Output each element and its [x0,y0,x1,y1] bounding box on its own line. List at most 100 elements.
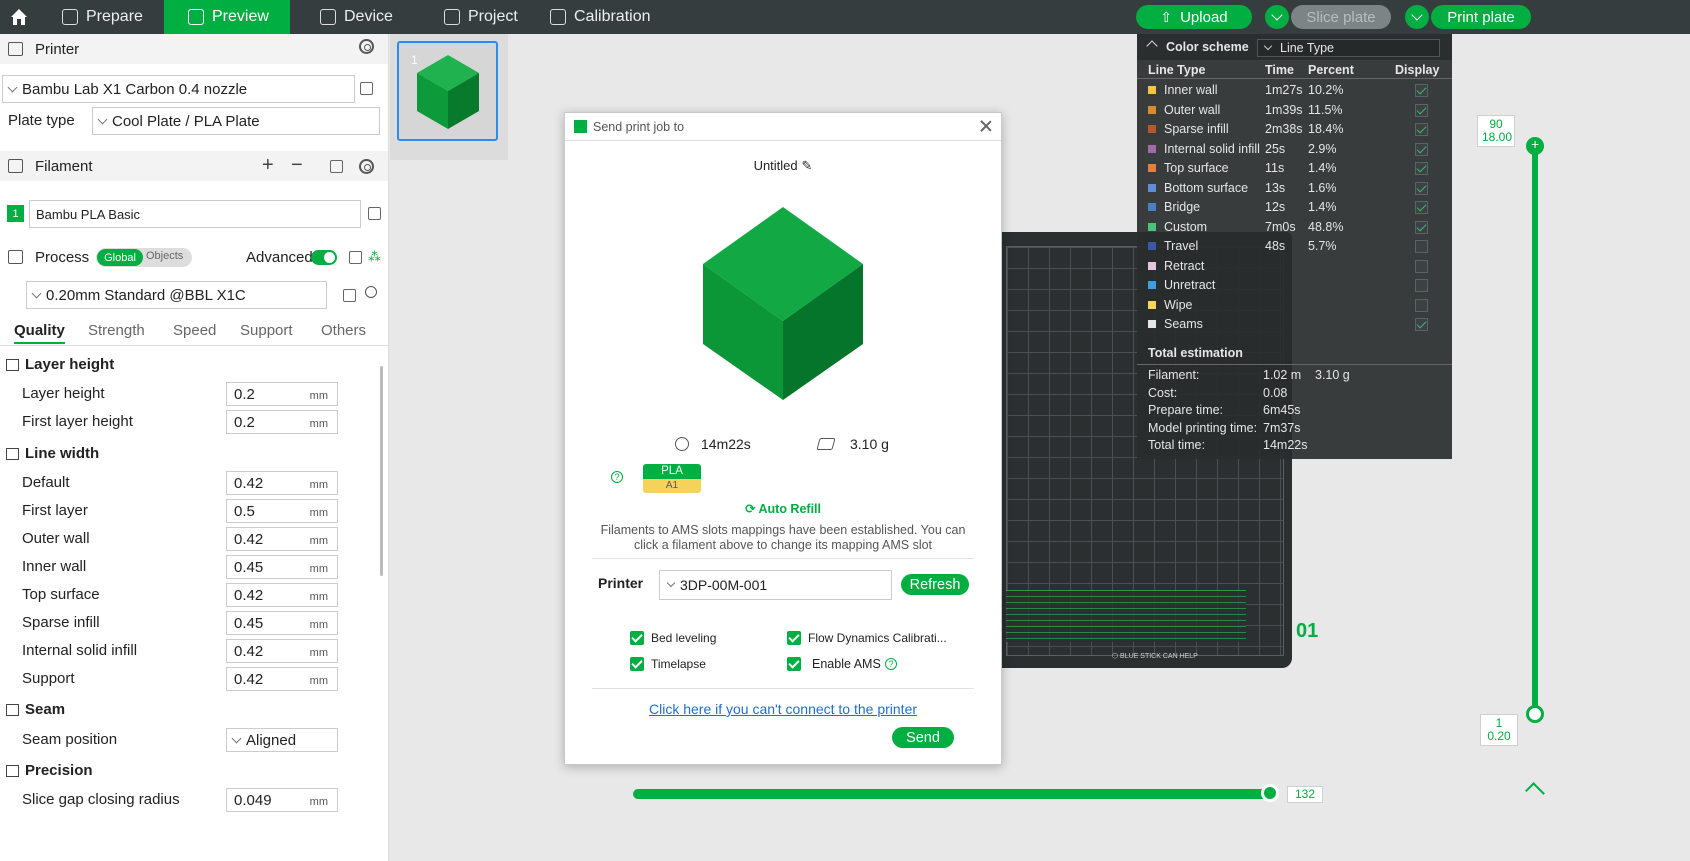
search-icon[interactable] [365,286,377,298]
filament-settings-gear-icon[interactable] [359,159,374,174]
line-width-top-surface-input[interactable]: 0.42 mm [226,583,338,607]
display-checkbox[interactable] [1415,220,1428,234]
line-type-percent: 1.4% [1308,161,1337,175]
flow-calibration-checkbox[interactable] [787,631,801,645]
printer-settings-gear-icon[interactable] [359,39,374,54]
line-width-default-input[interactable]: 0.42 mm [226,471,338,495]
line-width-internal-solid-input[interactable]: 0.42 mm [226,639,338,663]
tab-speed[interactable]: Speed [173,322,216,339]
process-preset-select[interactable]: 0.20mm Standard @BBL X1C [26,281,327,309]
display-checkbox[interactable] [1415,103,1428,117]
display-checkbox[interactable] [1415,298,1428,312]
printer-select[interactable]: Bambu Lab X1 Carbon 0.4 nozzle [2,75,355,103]
close-icon[interactable] [979,119,993,133]
seam-position-select[interactable]: Aligned [226,728,338,752]
tab-prepare[interactable]: Prepare [38,0,164,34]
seam-icon [6,703,19,716]
save-preset-icon[interactable] [343,289,356,302]
bottom-layer-knob[interactable] [1526,705,1544,723]
line-width-support-input[interactable]: 0.42 mm [226,667,338,691]
toggle-global[interactable]: Global [97,249,143,266]
toggle-objects[interactable]: Objects [146,250,183,262]
color-scheme-select[interactable]: Line Type [1257,39,1440,57]
compare-icon[interactable]: ⁂ [368,249,381,265]
remove-filament-icon[interactable]: − [291,154,303,177]
global-objects-toggle[interactable]: Global Objects [96,248,192,267]
line-type-name: Wipe [1164,297,1193,312]
display-checkbox[interactable] [1415,240,1428,253]
estimation-value: 1.02 m [1263,368,1302,382]
settings-scrollbar[interactable] [380,366,383,576]
advanced-switch[interactable] [311,250,337,265]
display-checkbox[interactable] [1415,201,1428,214]
upload-button[interactable]: ⇧ Upload [1136,5,1252,29]
display-checkbox[interactable] [1415,318,1428,331]
slice-dropdown-button[interactable] [1265,5,1289,29]
tab-device[interactable]: Device [290,0,416,34]
edit-printer-icon[interactable] [360,82,373,95]
timelapse-checkbox[interactable] [630,657,644,671]
list-view-icon[interactable] [349,251,362,264]
chevron-down-icon [666,578,676,588]
first-layer-height-input[interactable]: 0.2 mm [226,410,338,434]
display-checkbox[interactable] [1415,259,1428,273]
plate-thumbnail[interactable]: 1 [397,41,498,141]
tab-project[interactable]: Project [416,0,528,34]
filament-weight: 3.10 g [850,436,889,452]
print-plate-button[interactable]: Print plate [1431,5,1531,29]
line-width-first-layer-input[interactable]: 0.5 mm [226,499,338,523]
tab-quality[interactable]: Quality [14,322,65,344]
legend-row: Sparse infill 2m38s 18.4% [1137,120,1452,139]
legend-row: Seams [1137,315,1452,334]
legend-row: Outer wall 1m39s 11.5% [1137,101,1452,120]
layer-height-input[interactable]: 0.2 mm [226,382,338,406]
edit-filament-icon[interactable] [368,207,381,220]
tab-preview[interactable]: Preview [164,0,290,34]
tab-support[interactable]: Support [240,322,293,339]
add-filament-icon[interactable]: + [262,154,274,177]
display-checkbox[interactable] [1415,279,1428,292]
display-checkbox[interactable] [1415,123,1428,136]
setting-label: Support [22,670,75,687]
display-checkbox[interactable] [1415,84,1428,97]
display-checkbox[interactable] [1415,181,1428,195]
tab-others[interactable]: Others [321,322,366,339]
divider [592,558,974,559]
chevron-down-icon [7,82,18,92]
refresh-button[interactable]: Refresh [901,574,969,595]
layers-toggle-icon[interactable] [1525,782,1545,802]
slice-plate-button[interactable]: Slice plate [1291,5,1391,29]
send-button[interactable]: Send [892,727,954,748]
collapse-icon[interactable] [1146,40,1158,52]
connection-help-link[interactable]: Click here if you can't connect to the p… [565,701,1001,717]
tab-calibration[interactable]: Calibration [528,0,678,34]
top-layer-knob[interactable]: + [1526,136,1544,155]
line-width-sparse-infill-input[interactable]: 0.45 mm [226,611,338,635]
slice-gap-closing-input[interactable]: 0.049 mm [226,788,338,812]
layer-range-slider[interactable] [1532,146,1538,714]
auto-refill-link[interactable]: ⟳ Auto Refill [565,501,1001,516]
rename-pencil-icon[interactable]: ✎ [802,158,813,174]
display-checkbox[interactable] [1415,142,1428,156]
move-progress-knob[interactable] [1261,784,1279,802]
bed-leveling-checkbox[interactable] [630,631,644,645]
line-type-swatch [1148,144,1156,153]
line-type-time: 13s [1265,180,1286,195]
tab-strength[interactable]: Strength [88,322,145,339]
enable-ams-checkbox[interactable] [787,657,801,671]
line-type-time: 7m0s [1265,219,1296,234]
line-width-outer-wall-input[interactable]: 0.42 mm [226,527,338,551]
help-icon[interactable]: ? [611,471,623,483]
filament-ams-mapping[interactable]: PLA A1 [643,464,701,493]
printer-select[interactable]: 3DP-00M-001 [659,570,892,600]
filament-select[interactable]: Bambu PLA Basic [29,200,361,228]
help-icon[interactable]: ? [885,658,897,670]
plate-type-select[interactable]: Cool Plate / PLA Plate [92,107,380,135]
line-width-inner-wall-input[interactable]: 0.45 mm [226,555,338,579]
home-button[interactable] [0,0,38,34]
filament-sync-icon[interactable] [330,160,343,173]
display-checkbox[interactable] [1415,162,1428,175]
job-name: Untitled [753,158,798,173]
move-progress-slider[interactable] [633,789,1273,799]
print-dropdown-button[interactable] [1405,5,1429,29]
